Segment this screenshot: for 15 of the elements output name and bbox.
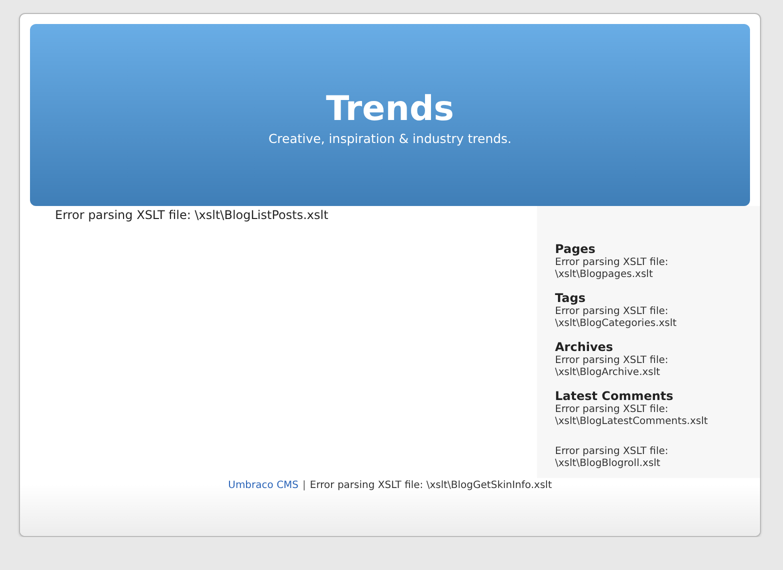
section-heading: Tags [555,291,586,306]
error-message: Error parsing XSLT file: \xslt\Blogpages.xslt [555,257,670,281]
footer-link[interactable]: Umbraco CMS [228,479,299,536]
error-message: Error parsing XSLT file: \xslt\BlogCategories.xslt [555,306,678,330]
error-message: Error parsing XSLT file: \xslt\BlogBlogroll.xslt [555,445,670,470]
section-heading: Archives [555,340,614,355]
site-tagline: Creative, inspiration & industry trends. [268,131,512,147]
separator: | [302,479,306,493]
error-message: Error parsing XSLT file: \xslt\BlogGetSkinInfo.xslt [310,479,552,493]
site-title: Trends [326,88,454,131]
section-heading: Latest Comments [555,389,674,404]
error-message: Error parsing XSLT file: \xslt\BlogLatestComments.xslt [555,404,709,428]
error-message: Error parsing XSLT file: \xslt\BlogArchive.xslt [555,355,670,379]
error-message: Error parsing XSLT file: \xslt\BlogListPosts.xslt [55,207,330,223]
section-heading: Pages [555,242,596,257]
